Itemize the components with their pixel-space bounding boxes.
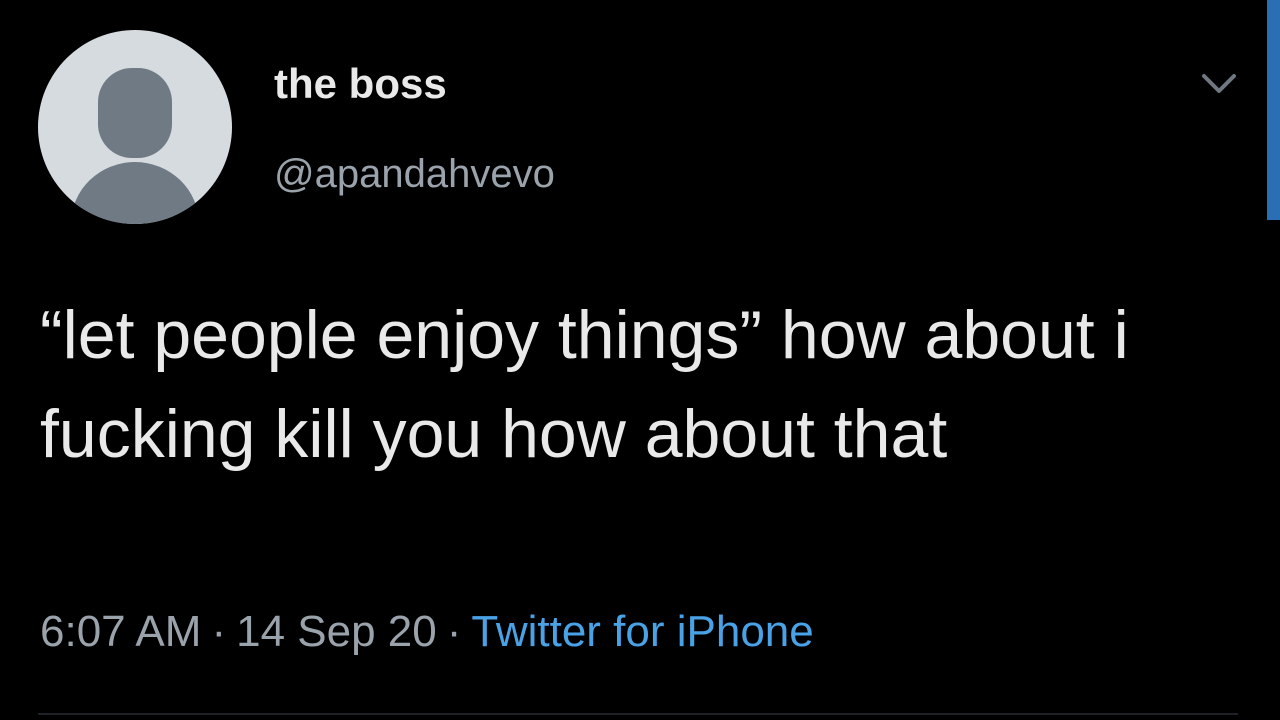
tweet-source-link[interactable]: Twitter for iPhone xyxy=(471,607,813,656)
tweet-date[interactable]: 14 Sep 20 xyxy=(236,607,437,656)
meta-separator: · xyxy=(446,607,462,656)
meta-separator: · xyxy=(211,607,227,656)
tweet-meta: 6:07 AM · 14 Sep 20 · Twitter for iPhone xyxy=(40,607,814,657)
default-profile-avatar-icon xyxy=(71,68,199,224)
tweet-text: “let people enjoy things” how about i fu… xyxy=(40,297,1129,472)
tweet-time[interactable]: 6:07 AM xyxy=(40,607,201,656)
avatar[interactable] xyxy=(38,30,232,224)
user-handle[interactable]: @apandahvevo xyxy=(274,152,555,197)
divider xyxy=(38,713,1238,715)
scrollbar[interactable] xyxy=(1267,0,1280,220)
tweet-card: the boss @apandahvevo “let people enjoy … xyxy=(0,0,1280,720)
chevron-down-icon xyxy=(1202,74,1236,93)
display-name[interactable]: the boss xyxy=(274,60,447,108)
tweet-menu-button[interactable] xyxy=(1196,64,1242,104)
